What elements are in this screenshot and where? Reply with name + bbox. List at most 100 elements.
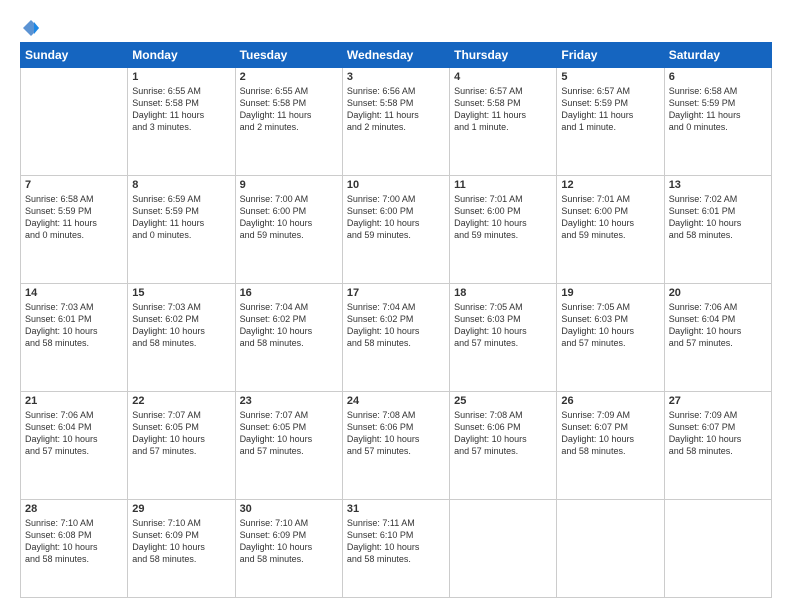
day-number: 15 (132, 287, 230, 299)
day-number: 22 (132, 395, 230, 407)
day-content: Sunrise: 7:05 AM Sunset: 6:03 PM Dayligh… (561, 301, 659, 350)
day-number: 19 (561, 287, 659, 299)
calendar-cell: 7 Sunrise: 6:58 AM Sunset: 5:59 PM Daylig… (21, 175, 128, 283)
day-content: Sunrise: 7:08 AM Sunset: 6:06 PM Dayligh… (454, 409, 552, 458)
day-content: Sunrise: 7:07 AM Sunset: 6:05 PM Dayligh… (132, 409, 230, 458)
weekday-header-wednesday: Wednesday (342, 43, 449, 68)
weekday-header-tuesday: Tuesday (235, 43, 342, 68)
day-number: 16 (240, 287, 338, 299)
calendar-cell: 5Sunrise: 6:57 AM Sunset: 5:59 PM Daylig… (557, 68, 664, 176)
day-number: 24 (347, 395, 445, 407)
calendar-cell: 15Sunrise: 7:03 AM Sunset: 6:02 PM Dayli… (128, 283, 235, 391)
header (20, 18, 772, 34)
calendar-cell (557, 499, 664, 597)
weekday-header-row: SundayMondayTuesdayWednesdayThursdayFrid… (21, 43, 772, 68)
weekday-header-saturday: Saturday (664, 43, 771, 68)
calendar-cell: 13 Sunrise: 7:02 AM Sunset: 6:01 PM Dayli… (664, 175, 771, 283)
calendar-cell: 3 Sunrise: 6:56 AM Sunset: 5:58 PM Daylig… (342, 68, 449, 176)
day-content: Sunrise: 7:05 AM Sunset: 6:03 PM Dayligh… (454, 301, 552, 350)
calendar-cell: 1Sunrise: 6:55 AM Sunset: 5:58 PM Daylig… (128, 68, 235, 176)
day-number: 31 (347, 503, 445, 515)
day-content: Sunrise: 7:01 AM Sunset: 6:00 PM Dayligh… (454, 193, 552, 242)
day-number: 2 (240, 71, 338, 83)
calendar-cell: 26 Sunrise: 7:09 AM Sunset: 6:07 PM Dayli… (557, 391, 664, 499)
day-number: 18 (454, 287, 552, 299)
calendar-cell: 25 Sunrise: 7:08 AM Sunset: 6:06 PM Dayli… (450, 391, 557, 499)
calendar-cell: 12 Sunrise: 7:01 AM Sunset: 6:00 PM Dayli… (557, 175, 664, 283)
day-number: 12 (561, 179, 659, 191)
day-content: Sunrise: 6:56 AM Sunset: 5:58 PM Dayligh… (347, 85, 445, 134)
calendar-cell: 6Sunrise: 6:58 AM Sunset: 5:59 PM Daylig… (664, 68, 771, 176)
day-content: Sunrise: 6:55 AM Sunset: 5:58 PM Dayligh… (240, 85, 338, 134)
calendar-cell: 24 Sunrise: 7:08 AM Sunset: 6:06 PM Dayli… (342, 391, 449, 499)
day-content: Sunrise: 6:57 AM Sunset: 5:58 PM Dayligh… (454, 85, 552, 134)
day-number: 3 (347, 71, 445, 83)
weekday-header-monday: Monday (128, 43, 235, 68)
calendar-cell: 4 Sunrise: 6:57 AM Sunset: 5:58 PM Daylig… (450, 68, 557, 176)
day-content: Sunrise: 7:04 AM Sunset: 6:02 PM Dayligh… (240, 301, 338, 350)
calendar-cell: 19 Sunrise: 7:05 AM Sunset: 6:03 PM Dayli… (557, 283, 664, 391)
day-content: Sunrise: 6:58 AM Sunset: 5:59 PM Dayligh… (25, 193, 123, 242)
calendar-cell: 16 Sunrise: 7:04 AM Sunset: 6:02 PM Dayli… (235, 283, 342, 391)
day-content: Sunrise: 7:10 AM Sunset: 6:09 PM Dayligh… (240, 517, 338, 566)
calendar-week-4: 28Sunrise: 7:10 AM Sunset: 6:08 PM Dayli… (21, 499, 772, 597)
day-number: 4 (454, 71, 552, 83)
day-number: 14 (25, 287, 123, 299)
calendar-cell (664, 499, 771, 597)
day-content: Sunrise: 7:10 AM Sunset: 6:08 PM Dayligh… (25, 517, 123, 566)
weekday-header-thursday: Thursday (450, 43, 557, 68)
day-number: 17 (347, 287, 445, 299)
day-number: 5 (561, 71, 659, 83)
day-number: 11 (454, 179, 552, 191)
day-content: Sunrise: 7:09 AM Sunset: 6:07 PM Dayligh… (561, 409, 659, 458)
calendar-cell: 2 Sunrise: 6:55 AM Sunset: 5:58 PM Daylig… (235, 68, 342, 176)
calendar-cell: 21 Sunrise: 7:06 AM Sunset: 6:04 PM Dayli… (21, 391, 128, 499)
day-number: 26 (561, 395, 659, 407)
logo (20, 18, 42, 34)
day-content: Sunrise: 7:06 AM Sunset: 6:04 PM Dayligh… (25, 409, 123, 458)
day-content: Sunrise: 6:59 AM Sunset: 5:59 PM Dayligh… (132, 193, 230, 242)
day-content: Sunrise: 7:06 AM Sunset: 6:04 PM Dayligh… (669, 301, 767, 350)
calendar-cell: 27Sunrise: 7:09 AM Sunset: 6:07 PM Dayli… (664, 391, 771, 499)
day-number: 13 (669, 179, 767, 191)
calendar-cell: 11 Sunrise: 7:01 AM Sunset: 6:00 PM Dayli… (450, 175, 557, 283)
day-content: Sunrise: 7:01 AM Sunset: 6:00 PM Dayligh… (561, 193, 659, 242)
day-content: Sunrise: 7:00 AM Sunset: 6:00 PM Dayligh… (240, 193, 338, 242)
day-content: Sunrise: 7:03 AM Sunset: 6:01 PM Dayligh… (25, 301, 123, 350)
day-number: 30 (240, 503, 338, 515)
calendar-week-0: 1Sunrise: 6:55 AM Sunset: 5:58 PM Daylig… (21, 68, 772, 176)
day-content: Sunrise: 7:10 AM Sunset: 6:09 PM Dayligh… (132, 517, 230, 566)
day-content: Sunrise: 7:04 AM Sunset: 6:02 PM Dayligh… (347, 301, 445, 350)
calendar-table: SundayMondayTuesdayWednesdayThursdayFrid… (20, 42, 772, 598)
calendar-cell (21, 68, 128, 176)
calendar-cell: 18 Sunrise: 7:05 AM Sunset: 6:03 PM Dayli… (450, 283, 557, 391)
calendar-cell: 17 Sunrise: 7:04 AM Sunset: 6:02 PM Dayli… (342, 283, 449, 391)
calendar-week-1: 7 Sunrise: 6:58 AM Sunset: 5:59 PM Daylig… (21, 175, 772, 283)
day-number: 21 (25, 395, 123, 407)
day-number: 6 (669, 71, 767, 83)
calendar-week-3: 21 Sunrise: 7:06 AM Sunset: 6:04 PM Dayli… (21, 391, 772, 499)
day-content: Sunrise: 7:08 AM Sunset: 6:06 PM Dayligh… (347, 409, 445, 458)
calendar-cell: 29 Sunrise: 7:10 AM Sunset: 6:09 PM Dayli… (128, 499, 235, 597)
logo-icon (21, 18, 41, 38)
day-number: 9 (240, 179, 338, 191)
weekday-header-sunday: Sunday (21, 43, 128, 68)
calendar-cell: 14 Sunrise: 7:03 AM Sunset: 6:01 PM Dayli… (21, 283, 128, 391)
calendar-cell: 10Sunrise: 7:00 AM Sunset: 6:00 PM Dayli… (342, 175, 449, 283)
calendar-cell (450, 499, 557, 597)
day-number: 25 (454, 395, 552, 407)
calendar-page: SundayMondayTuesdayWednesdayThursdayFrid… (0, 0, 792, 612)
day-content: Sunrise: 7:09 AM Sunset: 6:07 PM Dayligh… (669, 409, 767, 458)
calendar-cell: 31Sunrise: 7:11 AM Sunset: 6:10 PM Dayli… (342, 499, 449, 597)
calendar-week-2: 14 Sunrise: 7:03 AM Sunset: 6:01 PM Dayli… (21, 283, 772, 391)
day-content: Sunrise: 7:07 AM Sunset: 6:05 PM Dayligh… (240, 409, 338, 458)
calendar-cell: 30 Sunrise: 7:10 AM Sunset: 6:09 PM Dayli… (235, 499, 342, 597)
day-number: 7 (25, 179, 123, 191)
calendar-cell: 20Sunrise: 7:06 AM Sunset: 6:04 PM Dayli… (664, 283, 771, 391)
calendar-cell: 22 Sunrise: 7:07 AM Sunset: 6:05 PM Dayli… (128, 391, 235, 499)
day-number: 29 (132, 503, 230, 515)
day-content: Sunrise: 7:02 AM Sunset: 6:01 PM Dayligh… (669, 193, 767, 242)
weekday-header-friday: Friday (557, 43, 664, 68)
calendar-cell: 28Sunrise: 7:10 AM Sunset: 6:08 PM Dayli… (21, 499, 128, 597)
calendar-cell: 23Sunrise: 7:07 AM Sunset: 6:05 PM Dayli… (235, 391, 342, 499)
